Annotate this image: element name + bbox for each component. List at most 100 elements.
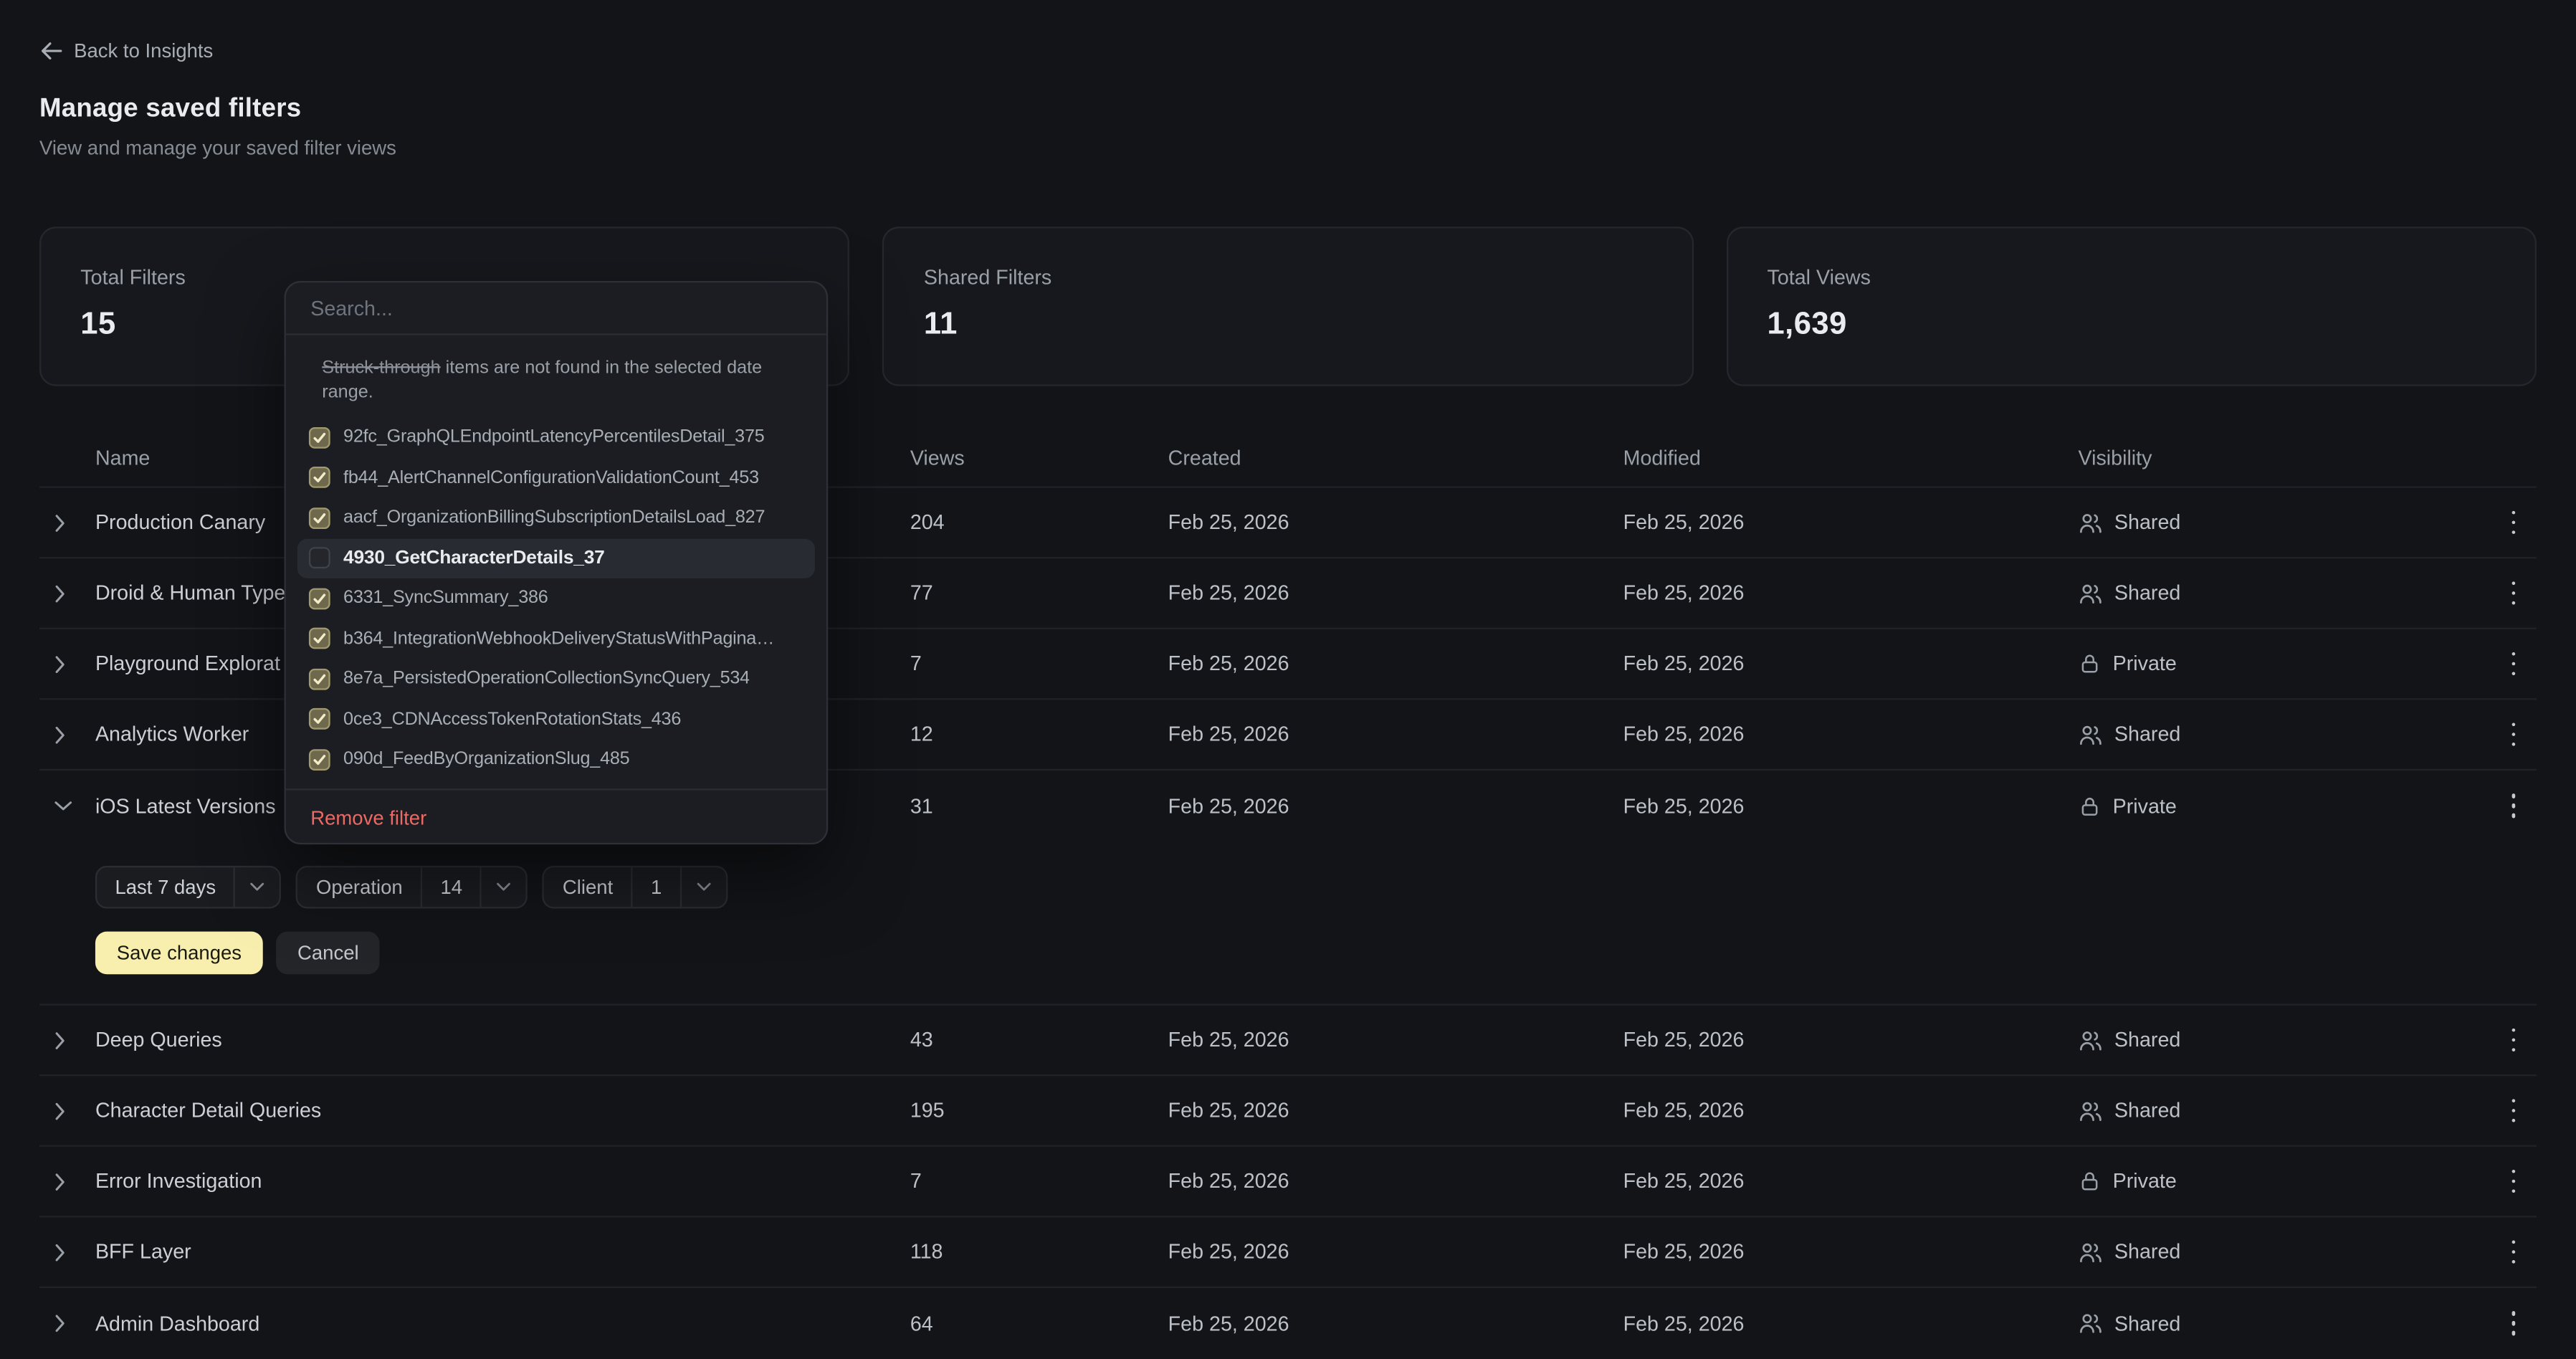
expand-row-button[interactable]	[39, 1315, 95, 1332]
expand-row-button[interactable]	[39, 1243, 95, 1261]
filter-item[interactable]: fb44_AlertChannelConfigurationValidation…	[297, 457, 815, 497]
stat-value: 1,639	[1768, 307, 2496, 343]
filter-items-dropdown: Struck-through items are not found in th…	[285, 281, 829, 844]
row-modified: Feb 25, 2026	[1623, 581, 2079, 604]
row-name: Error Investigation	[95, 1170, 910, 1193]
kebab-menu-button[interactable]	[2491, 1288, 2537, 1359]
row-created: Feb 25, 2026	[1168, 652, 1623, 675]
row-modified: Feb 25, 2026	[1623, 1170, 2079, 1193]
collapse-row-button[interactable]	[39, 800, 95, 811]
search-input[interactable]	[286, 297, 826, 320]
row-visibility: Shared	[2114, 1029, 2180, 1052]
kebab-menu-button[interactable]	[2491, 629, 2537, 698]
row-modified: Feb 25, 2026	[1623, 1241, 2079, 1264]
row-modified: Feb 25, 2026	[1623, 1312, 2079, 1335]
save-changes-button[interactable]: Save changes	[95, 932, 263, 975]
row-visibility: Shared	[2114, 511, 2180, 534]
client-filter-select[interactable]: Client 1	[543, 866, 728, 909]
chevron-right-icon	[54, 584, 66, 602]
stat-label: Shared Filters	[924, 266, 1652, 289]
row-visibility: Private	[2113, 652, 2177, 675]
checkbox-checked-icon[interactable]	[309, 749, 330, 771]
kebab-menu-button[interactable]	[2491, 700, 2537, 768]
column-header-created: Created	[1168, 447, 1623, 469]
table-row[interactable]: Character Detail Queries 195 Feb 25, 202…	[39, 1076, 2537, 1147]
chevron-right-icon	[54, 1243, 66, 1261]
filter-item[interactable]: 6331_SyncSummary_386	[297, 578, 815, 619]
kebab-menu-button[interactable]	[2491, 558, 2537, 627]
checkbox-checked-icon[interactable]	[309, 708, 330, 730]
chevron-right-icon	[54, 654, 66, 672]
checkbox-checked-icon[interactable]	[309, 588, 330, 609]
checkbox-checked-icon[interactable]	[309, 467, 330, 489]
row-views: 118	[910, 1241, 1168, 1264]
stat-value: 11	[924, 307, 1652, 343]
row-modified: Feb 25, 2026	[1623, 1099, 2079, 1122]
remove-filter-button[interactable]: Remove filter	[286, 789, 452, 844]
table-row[interactable]: BFF Layer 118 Feb 25, 2026 Feb 25, 2026 …	[39, 1217, 2537, 1288]
checkbox-checked-icon[interactable]	[309, 668, 330, 690]
people-icon	[2078, 1098, 2102, 1122]
filter-item[interactable]: 090d_FeedByOrganizationSlug_485	[297, 739, 815, 779]
row-views: 204	[910, 511, 1168, 534]
kebab-menu-button[interactable]	[2491, 1217, 2537, 1286]
column-header-visibility: Visibility	[2078, 447, 2490, 469]
expand-row-button[interactable]	[39, 654, 95, 672]
date-range-value: Last 7 days	[97, 867, 234, 907]
table-row[interactable]: Error Investigation 7 Feb 25, 2026 Feb 2…	[39, 1147, 2537, 1218]
kebab-menu-button[interactable]	[2491, 1147, 2537, 1216]
operation-filter-select[interactable]: Operation 14	[296, 866, 528, 909]
kebab-menu-button[interactable]	[2491, 488, 2537, 557]
chevron-right-icon	[54, 725, 66, 743]
checkbox-checked-icon[interactable]	[309, 426, 330, 448]
stat-label: Total Views	[1768, 266, 2496, 289]
expand-row-button[interactable]	[39, 513, 95, 531]
filter-item[interactable]: 0ce3_CDNAccessTokenRotationStats_436	[297, 699, 815, 739]
lock-icon	[2078, 794, 2101, 817]
filter-item-highlighted[interactable]: 4930_GetCharacterDetails_37	[297, 538, 815, 578]
kebab-menu-button[interactable]	[2491, 1076, 2537, 1145]
table-row[interactable]: Deep Queries 43 Feb 25, 2026 Feb 25, 202…	[39, 1006, 2537, 1077]
row-modified: Feb 25, 2026	[1623, 652, 2079, 675]
filter-item[interactable]: 8e7a_PersistedOperationCollectionSyncQue…	[297, 659, 815, 699]
chevron-right-icon	[54, 1102, 66, 1120]
row-modified: Feb 25, 2026	[1623, 723, 2079, 746]
client-filter-count: 1	[633, 867, 680, 907]
back-to-insights-link[interactable]: Back to Insights	[39, 39, 213, 62]
row-created: Feb 25, 2026	[1168, 1170, 1623, 1193]
row-created: Feb 25, 2026	[1168, 511, 1623, 534]
expand-row-button[interactable]	[39, 584, 95, 602]
row-visibility: Shared	[2114, 723, 2180, 746]
kebab-menu-button[interactable]	[2491, 771, 2537, 841]
checkbox-checked-icon[interactable]	[309, 507, 330, 529]
kebab-menu-button[interactable]	[2491, 1006, 2537, 1074]
date-range-select[interactable]: Last 7 days	[95, 866, 282, 909]
dropdown-note: Struck-through items are not found in th…	[286, 335, 826, 404]
table-row[interactable]: Admin Dashboard 64 Feb 25, 2026 Feb 25, …	[39, 1288, 2537, 1359]
filter-item[interactable]: 92fc_GraphQLEndpointLatencyPercentilesDe…	[297, 417, 815, 457]
row-created: Feb 25, 2026	[1168, 1099, 1623, 1122]
row-visibility: Private	[2113, 794, 2177, 817]
expand-row-button[interactable]	[39, 725, 95, 743]
row-visibility: Shared	[2114, 1312, 2180, 1335]
filter-item[interactable]: aacf_OrganizationBillingSubscriptionDeta…	[297, 498, 815, 538]
people-icon	[2078, 1028, 2102, 1052]
expand-row-button[interactable]	[39, 1172, 95, 1190]
checkbox-checked-icon[interactable]	[309, 628, 330, 649]
filter-item[interactable]: b364_IntegrationWebhookDeliveryStatusWit…	[297, 619, 815, 659]
chevron-down-icon	[682, 867, 726, 907]
operation-filter-count: 14	[422, 867, 480, 907]
chevron-right-icon	[54, 513, 66, 531]
cancel-button[interactable]: Cancel	[276, 932, 380, 975]
row-views: 43	[910, 1029, 1168, 1052]
expand-row-button[interactable]	[39, 1102, 95, 1120]
row-name: Admin Dashboard	[95, 1312, 910, 1335]
chevron-right-icon	[54, 1172, 66, 1190]
expand-row-button[interactable]	[39, 1031, 95, 1049]
chevron-down-icon	[482, 867, 527, 907]
row-created: Feb 25, 2026	[1168, 1312, 1623, 1335]
row-created: Feb 25, 2026	[1168, 1029, 1623, 1052]
stat-card-shared-filters: Shared Filters 11	[883, 226, 1694, 386]
row-created: Feb 25, 2026	[1168, 581, 1623, 604]
checkbox-unchecked-icon[interactable]	[309, 548, 330, 569]
